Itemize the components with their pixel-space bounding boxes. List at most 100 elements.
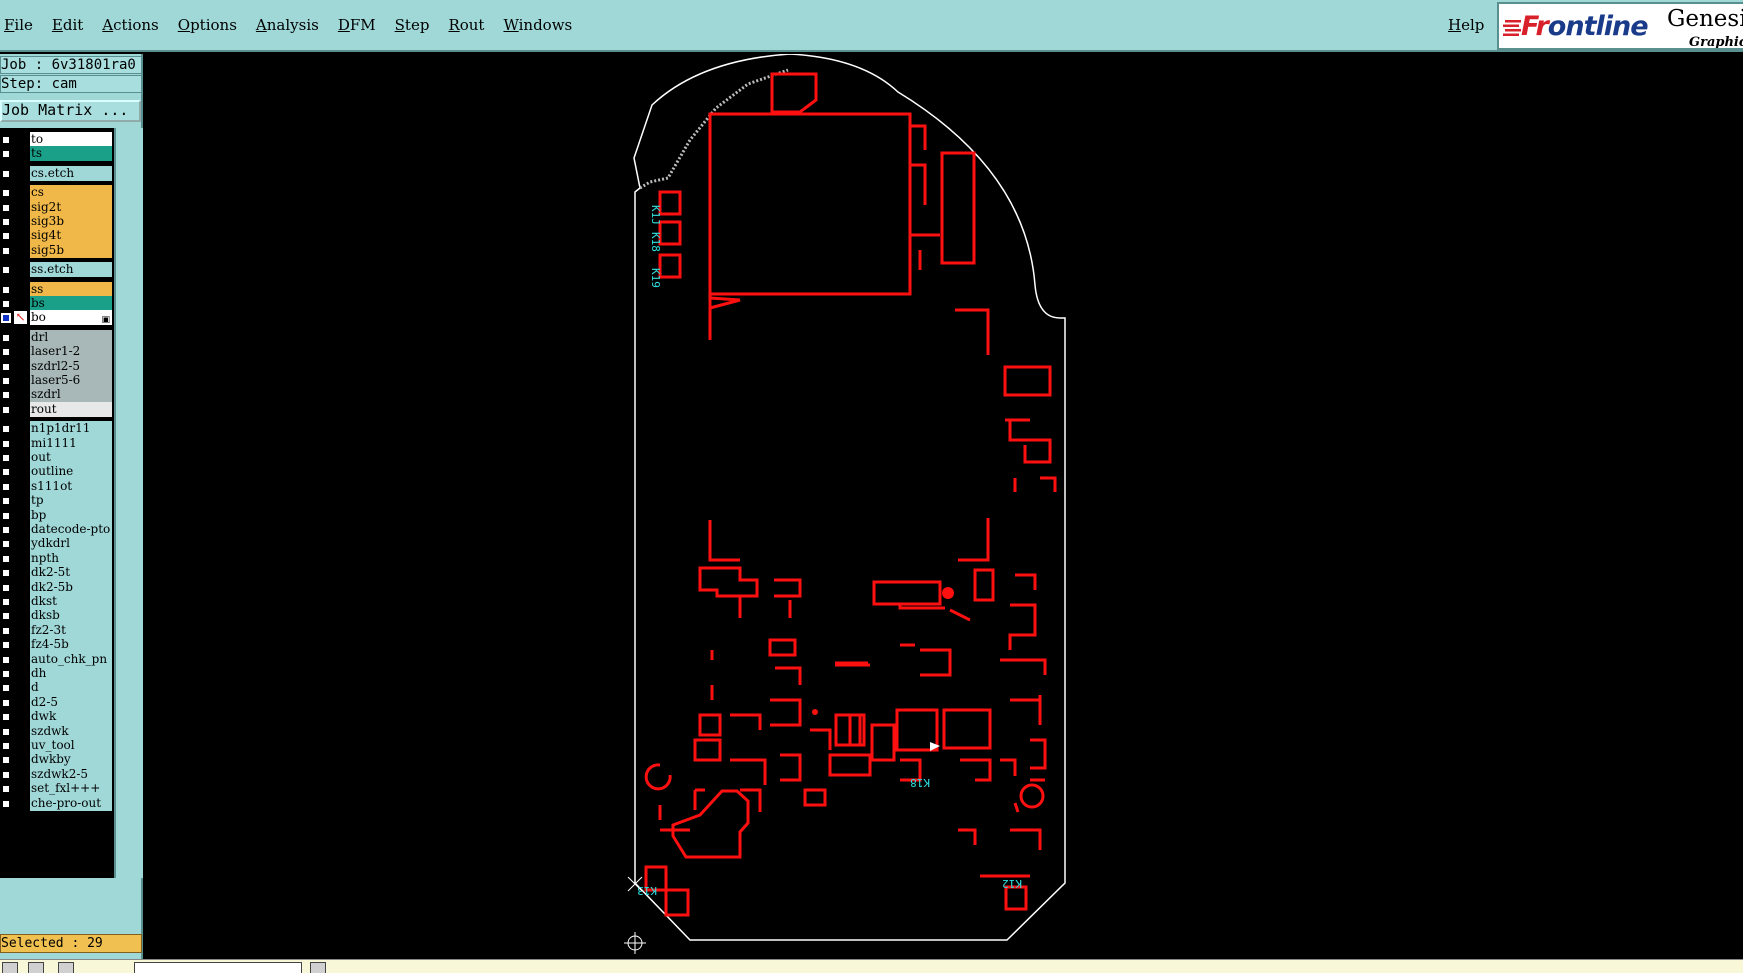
layer-checkbox[interactable] <box>1 376 11 386</box>
layer-name[interactable]: out <box>30 450 112 465</box>
layer-checkbox[interactable] <box>1 525 11 535</box>
layer-name[interactable]: n1p1dr11 <box>30 421 112 437</box>
layer-name[interactable]: sig4t <box>30 228 112 244</box>
layer-checkbox[interactable] <box>1 168 11 179</box>
layer-checkbox[interactable] <box>1 741 11 751</box>
layer-name[interactable]: szdwk <box>30 723 112 739</box>
layer-row[interactable]: npth <box>0 550 114 566</box>
layer-name[interactable]: sig2t <box>30 199 112 215</box>
layer-name[interactable]: sig5b <box>30 242 112 258</box>
layer-row[interactable]: szdwk <box>0 723 114 739</box>
layer-checkbox[interactable] <box>1 640 11 651</box>
menu-windows[interactable]: Windows <box>503 16 572 34</box>
layer-checkbox[interactable] <box>1 313 11 324</box>
layer-checkbox[interactable] <box>1 149 11 160</box>
layer-row[interactable]: d2-5 <box>0 694 114 710</box>
layer-checkbox[interactable] <box>1 582 11 593</box>
layer-checkbox[interactable] <box>1 539 11 550</box>
layer-row[interactable]: bs <box>0 296 114 311</box>
layer-name[interactable]: dksb <box>30 608 112 624</box>
layer-checkbox[interactable] <box>1 404 11 415</box>
layer-name[interactable]: outline <box>30 464 112 480</box>
layer-row[interactable]: ss.etch <box>0 262 114 278</box>
layer-name[interactable]: dwk <box>30 709 112 725</box>
layer-checkbox[interactable] <box>1 568 11 579</box>
menu-rout[interactable]: Rout <box>448 16 484 34</box>
layer-row[interactable]: cs.etch <box>0 165 114 181</box>
layer-name[interactable]: laser5-6 <box>30 373 112 388</box>
layer-checkbox[interactable] <box>1 202 11 213</box>
layer-checkbox[interactable] <box>1 438 11 449</box>
layer-checkbox[interactable] <box>1 424 11 435</box>
layer-checkbox[interactable] <box>1 769 11 780</box>
layer-scrollbar[interactable] <box>114 128 143 878</box>
layer-checkbox[interactable] <box>1 347 11 358</box>
layer-checkbox[interactable] <box>1 299 11 309</box>
layer-name[interactable]: auto_chk_pn <box>30 651 112 667</box>
layer-checkbox[interactable] <box>1 625 11 636</box>
status-button-1[interactable] <box>2 962 18 973</box>
layer-name[interactable]: s111ot <box>30 478 112 494</box>
layer-row[interactable]: ydkdrl <box>0 536 114 552</box>
layer-name[interactable]: ss.etch <box>30 262 112 278</box>
menu-edit[interactable]: Edit <box>52 16 83 34</box>
layer-row[interactable]: auto_chk_pn <box>0 651 114 667</box>
layer-name[interactable]: dk2-5b <box>30 579 112 595</box>
layer-checkbox[interactable] <box>1 265 11 276</box>
layer-row[interactable]: sig5b <box>0 242 114 258</box>
layer-row[interactable]: bp <box>0 507 114 523</box>
layer-name[interactable]: datecode-pto <box>30 522 112 537</box>
layer-checkbox[interactable] <box>1 496 11 507</box>
layer-name[interactable]: to <box>30 132 112 147</box>
layer-row[interactable]: dk2-5t <box>0 565 114 581</box>
layer-row[interactable]: mi1111 <box>0 435 114 451</box>
layer-name[interactable]: dk2-5t <box>30 565 112 581</box>
layer-name[interactable]: dh <box>30 666 112 681</box>
layer-checkbox[interactable] <box>1 284 11 295</box>
layer-checkbox[interactable] <box>1 510 11 521</box>
layer-name[interactable]: fz4-5b <box>30 637 112 653</box>
layer-row[interactable]: laser1-2 <box>0 344 114 360</box>
layer-name[interactable]: ss <box>30 281 112 297</box>
menu-dfm[interactable]: DFM <box>338 16 376 34</box>
layer-row[interactable]: outline <box>0 464 114 480</box>
layer-name[interactable]: drl <box>30 329 112 345</box>
layer-checkbox[interactable] <box>1 654 11 665</box>
layer-row[interactable]: dwkby <box>0 752 114 768</box>
layer-checkbox[interactable] <box>1 231 11 242</box>
layer-checkbox[interactable] <box>1 755 11 766</box>
layer-row[interactable]: tp <box>0 493 114 509</box>
layer-row[interactable]: che-pro-out <box>0 795 114 811</box>
status-button-3[interactable] <box>58 962 74 973</box>
layer-row[interactable]: s111ot <box>0 478 114 494</box>
layer-checkbox[interactable] <box>1 798 11 809</box>
layer-name[interactable]: cs <box>30 185 112 201</box>
layer-checkbox[interactable] <box>1 453 11 463</box>
layer-checkbox[interactable] <box>1 245 11 256</box>
layer-row[interactable]: ↖ bo ▣ <box>0 310 114 326</box>
layer-row[interactable]: sig4t <box>0 228 114 244</box>
layer-row[interactable]: fz4-5b <box>0 637 114 653</box>
layer-row[interactable]: szdrl2-5 <box>0 358 114 374</box>
layer-row[interactable]: dksb <box>0 608 114 624</box>
layer-checkbox[interactable] <box>1 467 11 478</box>
layer-name[interactable]: laser1-2 <box>30 344 112 360</box>
layer-name[interactable]: d2-5 <box>30 694 112 710</box>
layer-name[interactable]: d <box>30 680 112 696</box>
layer-name[interactable]: dkst <box>30 594 112 609</box>
layer-checkbox[interactable] <box>1 611 11 622</box>
layer-name[interactable]: uv_tool <box>30 738 112 753</box>
layer-name[interactable]: ydkdrl <box>30 536 112 552</box>
layer-checkbox[interactable] <box>1 217 11 227</box>
layer-checkbox[interactable] <box>1 669 11 679</box>
status-button-2[interactable] <box>28 962 44 973</box>
menu-file[interactable]: File <box>4 16 33 34</box>
layer-row[interactable]: rout <box>0 401 114 417</box>
layer-row[interactable]: uv_tool <box>0 738 114 753</box>
layer-name[interactable]: npth <box>30 550 112 566</box>
layer-checkbox[interactable] <box>1 683 11 694</box>
layer-row[interactable]: sig3b <box>0 214 114 229</box>
layer-name[interactable]: szdrl <box>30 387 112 403</box>
layer-checkbox[interactable] <box>1 712 11 723</box>
layer-row[interactable]: ss <box>0 281 114 297</box>
